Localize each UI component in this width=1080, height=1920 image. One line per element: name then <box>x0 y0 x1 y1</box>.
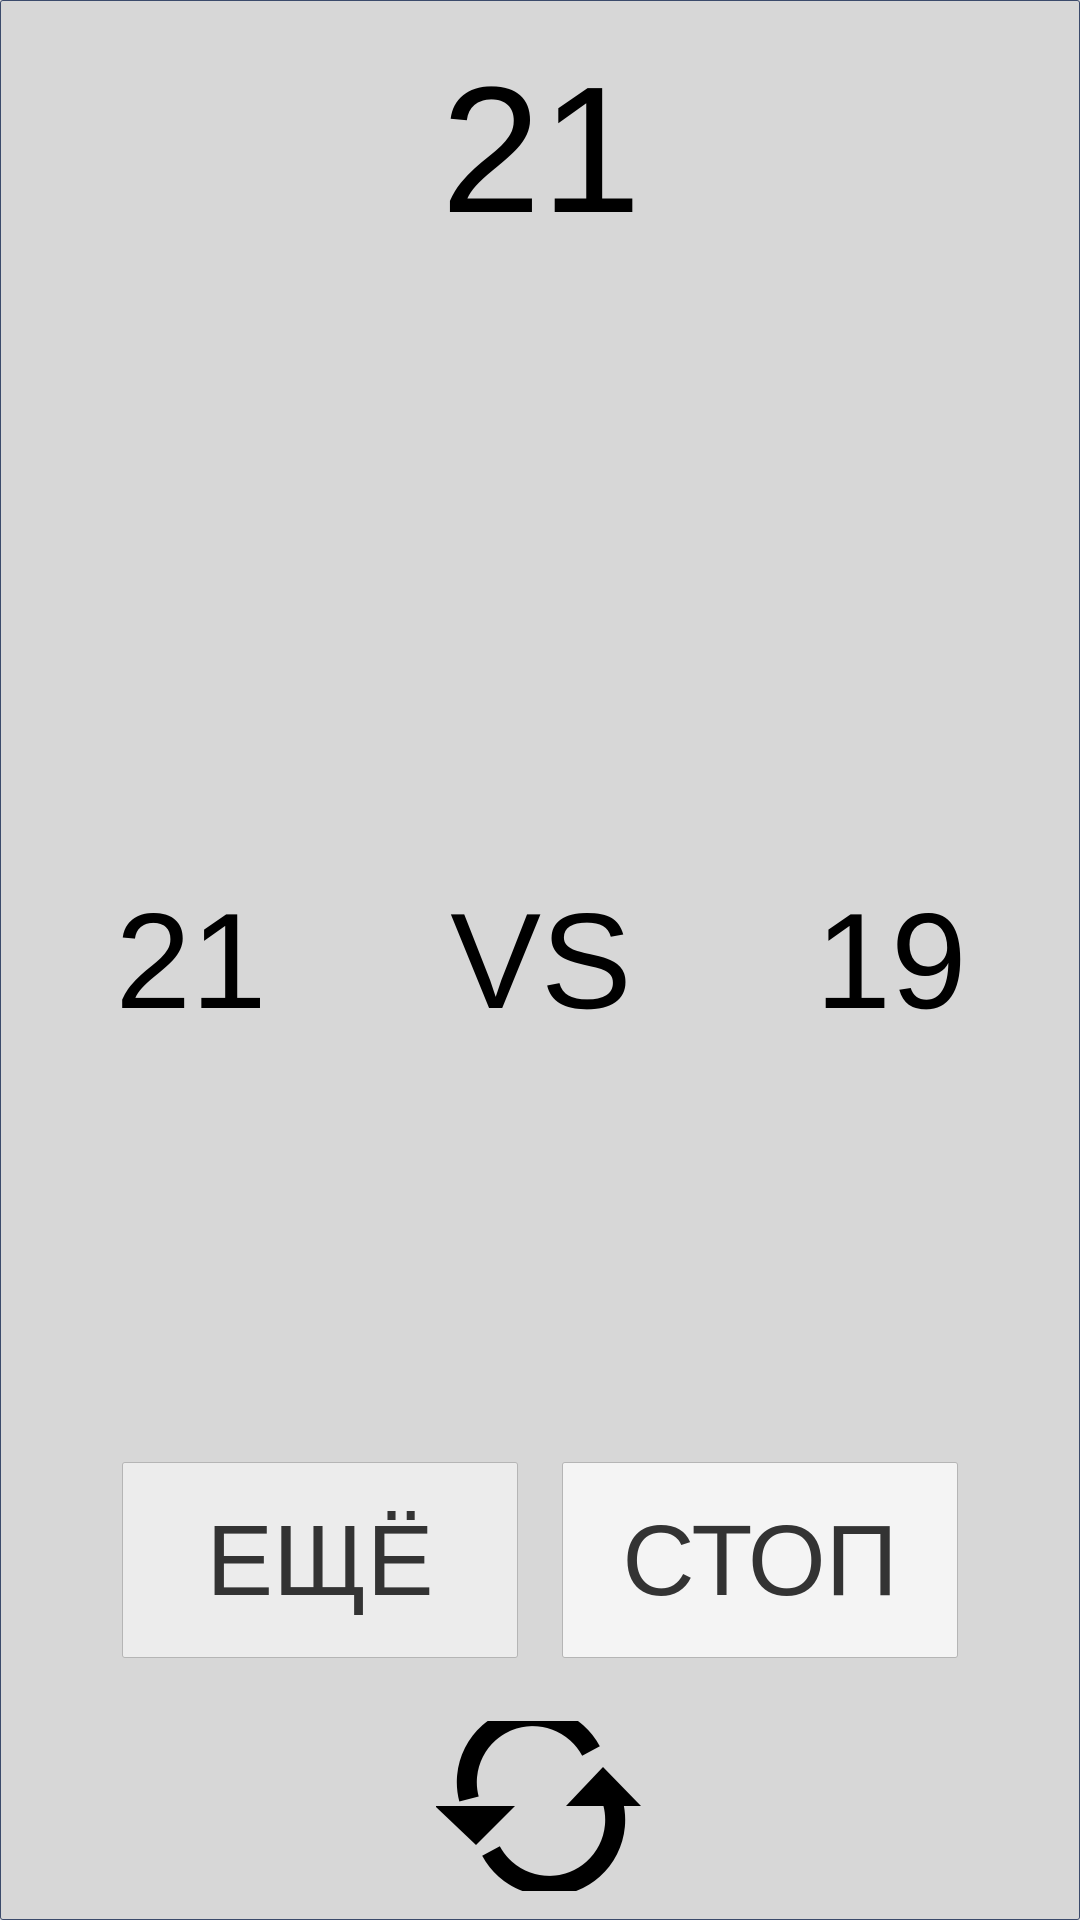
restart-button[interactable] <box>435 1706 646 1896</box>
refresh-icon <box>435 1706 641 1896</box>
stop-button[interactable]: СТОП <box>562 1462 958 1658</box>
score-row: 21 VS 19 <box>1 881 1080 1041</box>
game-screen: 21 21 VS 19 ЕЩЁ СТОП <box>0 0 1080 1920</box>
target-score: 21 <box>440 50 642 251</box>
versus-label: VS <box>450 885 632 1037</box>
opponent-score: 19 <box>815 885 967 1037</box>
more-button[interactable]: ЕЩЁ <box>122 1462 518 1658</box>
player-score: 21 <box>115 885 267 1037</box>
